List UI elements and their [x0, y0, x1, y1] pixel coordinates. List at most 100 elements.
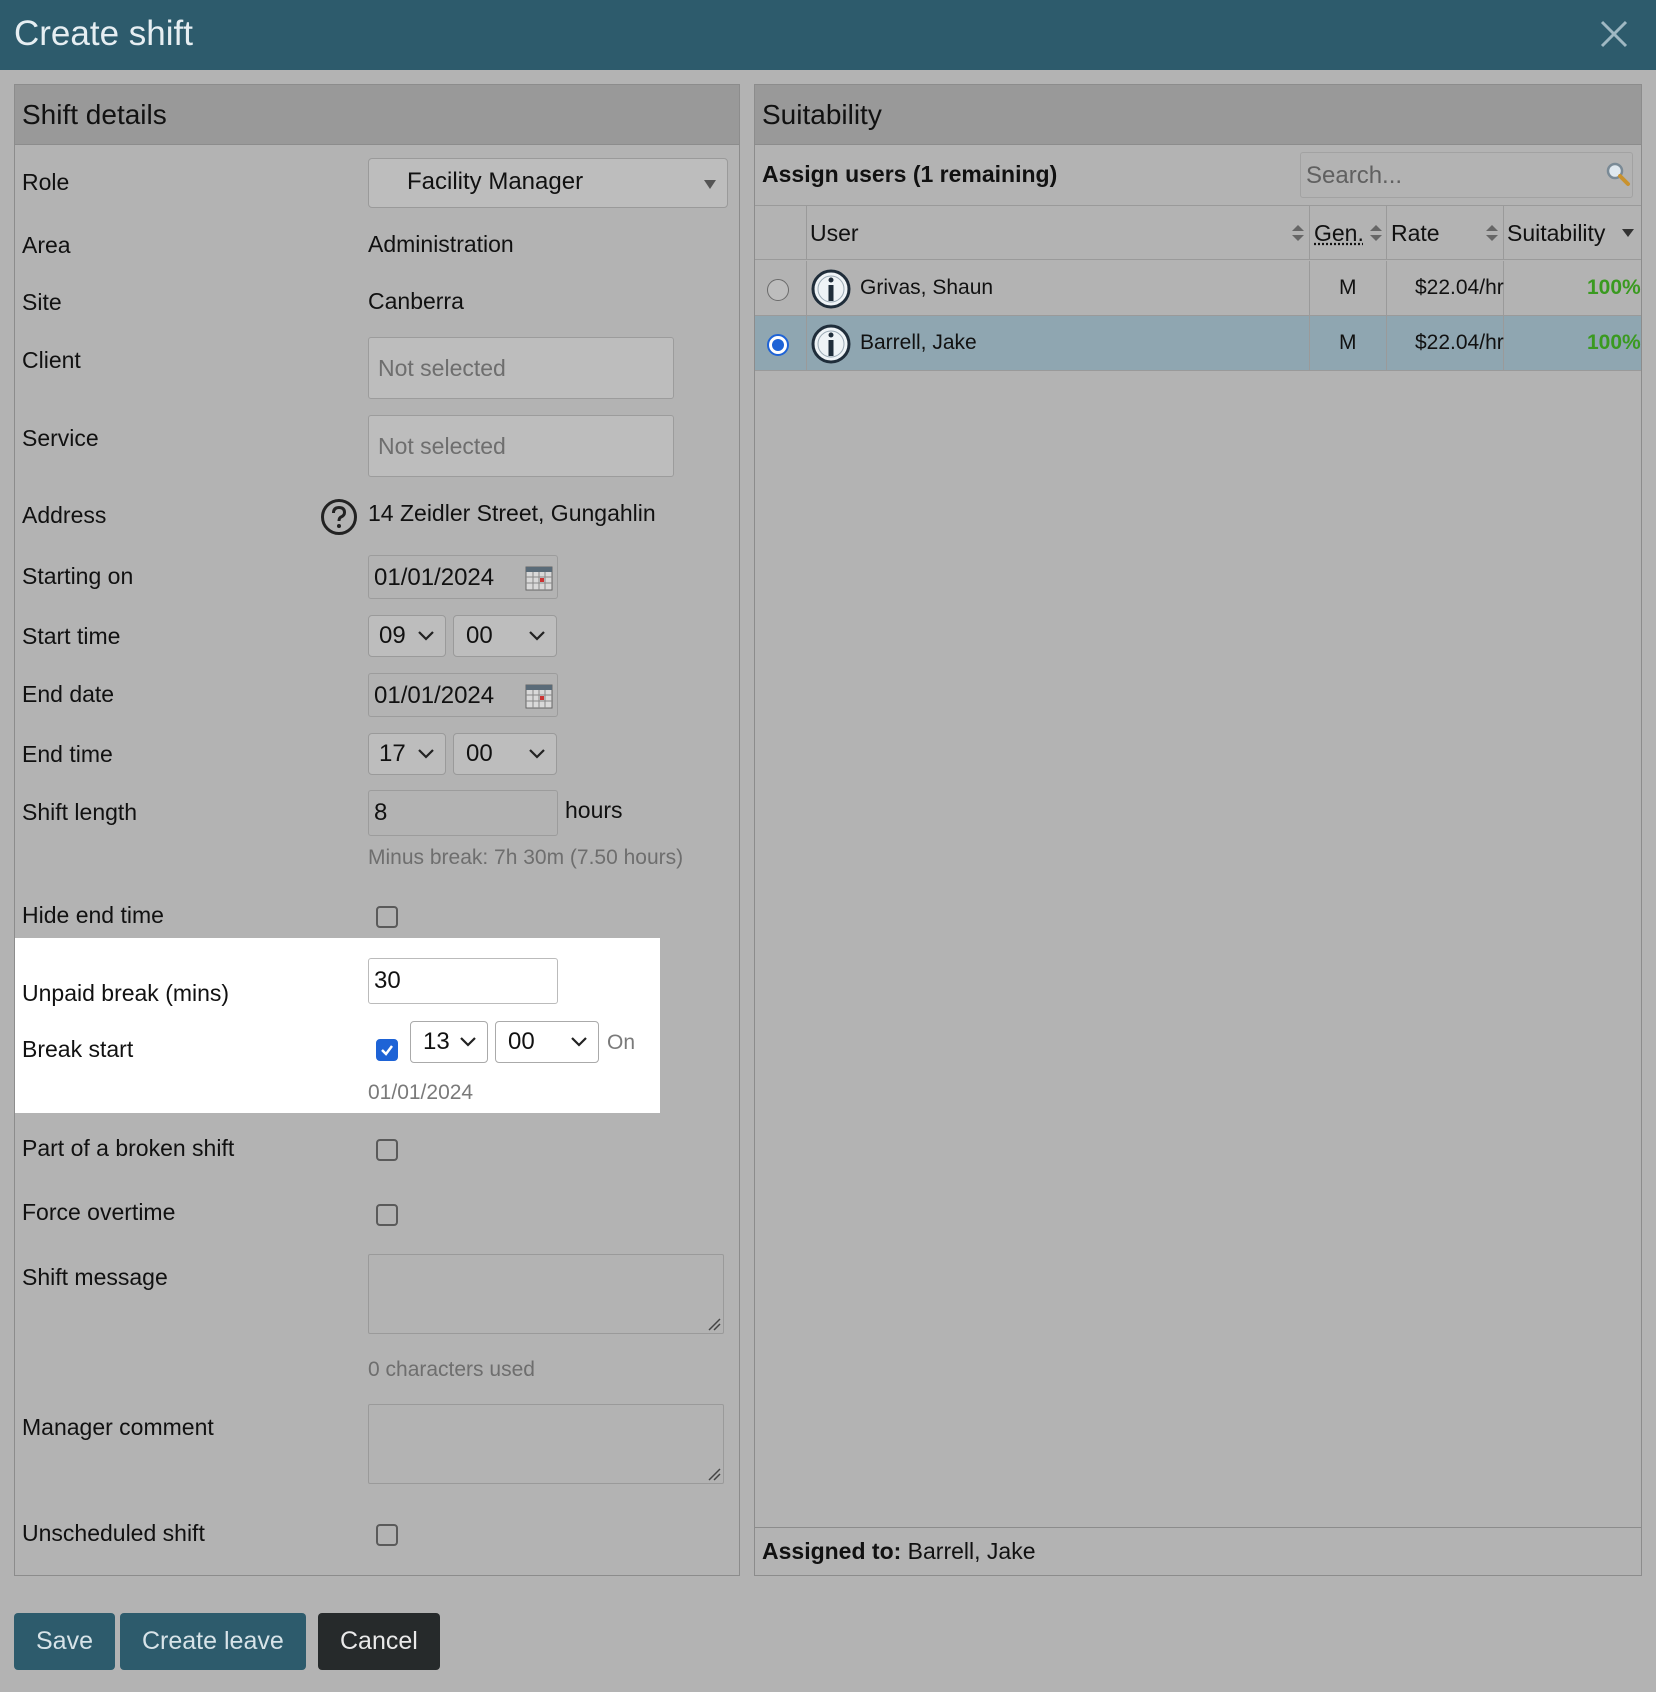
shift-message-textarea[interactable]	[368, 1254, 724, 1334]
table-row[interactable]: Grivas, Shaun M $22.04/hr 100%	[755, 261, 1641, 316]
chevron-down-icon	[418, 749, 434, 759]
select-user-radio[interactable]	[767, 279, 789, 301]
break-hour-select[interactable]: 13	[410, 1021, 488, 1063]
client-field[interactable]: Not selected	[368, 337, 674, 399]
break-start-checkbox[interactable]	[376, 1039, 398, 1061]
break-minute-value: 00	[508, 1028, 535, 1055]
area-value: Administration	[368, 231, 514, 257]
unscheduled-shift-label: Unscheduled shift	[22, 1520, 205, 1546]
sort-icon[interactable]	[1369, 224, 1383, 242]
user-suitability: 100%	[1587, 331, 1641, 354]
column-suitability[interactable]: Suitability	[1507, 220, 1605, 247]
starting-on-date-input[interactable]: 01/01/2024	[368, 555, 558, 599]
shift-length-label: Shift length	[22, 799, 138, 825]
column-user[interactable]: User	[810, 220, 859, 247]
user-name: Grivas, Shaun	[860, 276, 994, 299]
unpaid-break-label: Unpaid break (mins)	[22, 980, 230, 1006]
calendar-icon[interactable]	[525, 683, 553, 709]
break-on-label: On	[607, 1031, 636, 1054]
assigned-to-footer: Assigned to: Barrell, Jake	[755, 1527, 1641, 1575]
break-minute-select[interactable]: 00	[495, 1021, 599, 1063]
select-user-radio[interactable]	[767, 334, 789, 356]
end-time-label: End time	[22, 741, 113, 767]
start-hour-select[interactable]: 09	[368, 615, 446, 657]
dialog-title-bar: Create shift	[0, 0, 1656, 70]
end-minute-select[interactable]: 00	[453, 733, 557, 775]
unscheduled-shift-checkbox[interactable]	[376, 1524, 398, 1546]
chevron-down-icon	[460, 1037, 476, 1047]
end-date-label: End date	[22, 681, 115, 707]
shift-details-header: Shift details	[15, 85, 739, 145]
close-icon[interactable]	[1594, 14, 1634, 54]
sort-desc-icon[interactable]	[1621, 228, 1635, 238]
end-minute-value: 00	[466, 740, 493, 767]
address-value: 14 Zeidler Street, Gungahlin	[368, 500, 656, 526]
starting-on-label: Starting on	[22, 563, 134, 589]
user-gender: M	[1339, 331, 1357, 354]
help-icon[interactable]	[320, 498, 358, 536]
suitability-header: Suitability	[755, 85, 1641, 145]
end-date-input[interactable]: 01/01/2024	[368, 673, 558, 717]
chevron-down-icon	[529, 749, 545, 759]
manager-comment-label: Manager comment	[22, 1414, 214, 1440]
starting-on-value: 01/01/2024	[374, 564, 495, 591]
calendar-icon[interactable]	[525, 565, 553, 591]
client-label: Client	[22, 347, 81, 373]
sort-icon[interactable]	[1485, 224, 1499, 242]
chevron-down-icon	[571, 1037, 587, 1047]
users-table-header: User Gen. Rate Suitability	[755, 205, 1641, 260]
cancel-button[interactable]: Cancel	[318, 1613, 440, 1670]
suitability-panel: Suitability Assign users (1 remaining) S…	[754, 84, 1642, 1576]
column-gender[interactable]: Gen.	[1314, 220, 1364, 247]
user-search-input[interactable]: Search...	[1300, 152, 1633, 198]
site-value: Canberra	[368, 288, 464, 314]
service-field[interactable]: Not selected	[368, 415, 674, 477]
user-gender: M	[1339, 276, 1357, 299]
user-suitability: 100%	[1587, 276, 1641, 299]
info-icon[interactable]	[811, 269, 851, 309]
broken-shift-label: Part of a broken shift	[22, 1135, 235, 1161]
end-hour-select[interactable]: 17	[368, 733, 446, 775]
shift-length-input[interactable]: 8	[368, 790, 558, 836]
create-leave-button[interactable]: Create leave	[120, 1613, 306, 1670]
break-hour-value: 13	[423, 1028, 450, 1055]
info-icon[interactable]	[811, 324, 851, 364]
force-overtime-checkbox[interactable]	[376, 1204, 398, 1226]
site-label: Site	[22, 289, 62, 315]
role-select[interactable]: Facility Manager	[368, 158, 728, 208]
assigned-to-value: Barrell, Jake	[907, 1538, 1036, 1564]
column-rate[interactable]: Rate	[1391, 220, 1440, 247]
chevron-down-icon	[529, 631, 545, 641]
broken-shift-checkbox[interactable]	[376, 1139, 398, 1161]
address-label: Address	[22, 502, 107, 528]
unpaid-break-input[interactable]: 30	[368, 958, 558, 1004]
break-start-label: Break start	[22, 1036, 134, 1062]
role-value: Facility Manager	[407, 168, 584, 195]
area-label: Area	[22, 232, 71, 258]
resize-grip-icon[interactable]	[707, 1317, 721, 1331]
search-icon[interactable]	[1605, 161, 1631, 187]
start-minute-select[interactable]: 00	[453, 615, 557, 657]
dropdown-arrow-icon	[704, 180, 716, 189]
start-hour-value: 09	[379, 622, 406, 649]
save-button[interactable]: Save	[14, 1613, 115, 1670]
chevron-down-icon	[418, 631, 434, 641]
force-overtime-label: Force overtime	[22, 1199, 176, 1225]
hide-end-time-checkbox[interactable]	[376, 906, 398, 928]
end-date-value: 01/01/2024	[374, 682, 495, 709]
shift-length-unit: hours	[565, 797, 623, 823]
table-row[interactable]: Barrell, Jake M $22.04/hr 100%	[755, 316, 1641, 371]
shift-details-panel: Shift details Role Facility Manager Area…	[14, 84, 740, 1576]
shift-message-char-count: 0 characters used	[368, 1358, 535, 1381]
start-time-label: Start time	[22, 623, 121, 649]
dialog-title: Create shift	[14, 14, 193, 53]
checkmark-icon	[381, 1045, 393, 1056]
resize-grip-icon[interactable]	[707, 1467, 721, 1481]
manager-comment-textarea[interactable]	[368, 1404, 724, 1484]
role-label: Role	[22, 169, 70, 195]
end-hour-value: 17	[379, 740, 406, 767]
break-highlight-box: Unpaid break (mins) 30 Break start 13 00…	[15, 938, 660, 1113]
sort-icon[interactable]	[1291, 224, 1305, 242]
assigned-to-label: Assigned to:	[762, 1538, 902, 1564]
start-minute-value: 00	[466, 622, 493, 649]
